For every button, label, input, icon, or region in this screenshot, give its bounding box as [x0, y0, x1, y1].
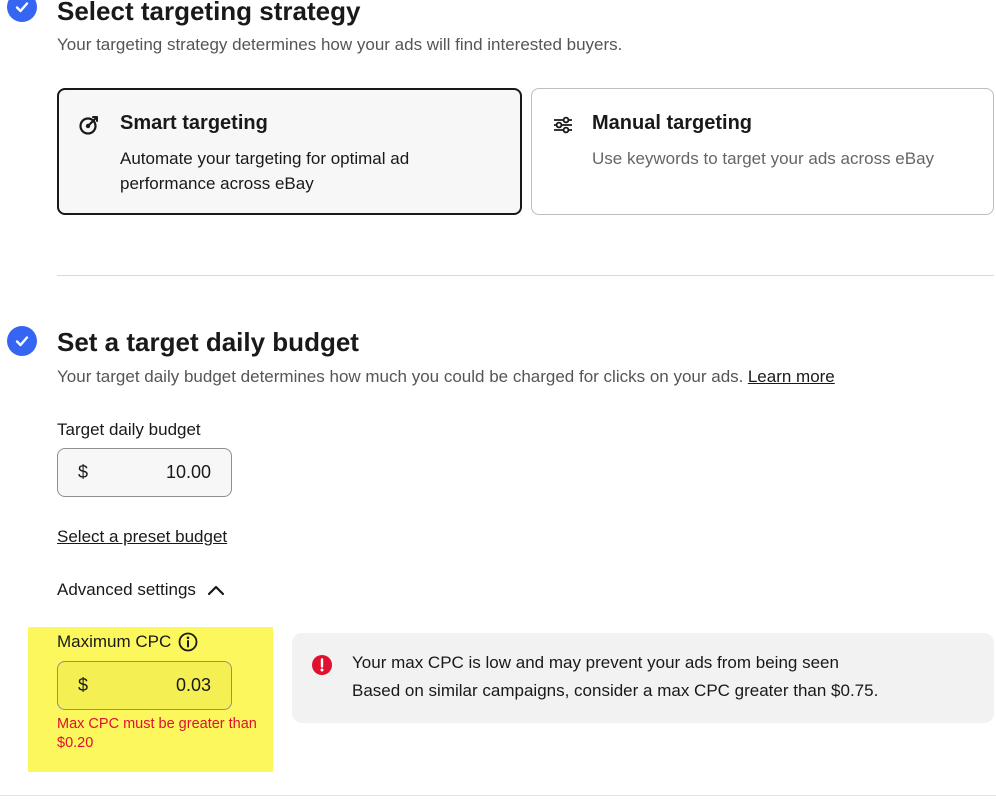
daily-budget-label: Target daily budget — [57, 420, 201, 439]
manual-targeting-card[interactable]: Manual targeting Use keywords to target … — [531, 88, 994, 215]
section-title-budget: Set a target daily budget — [57, 327, 359, 357]
step-complete-check-icon — [7, 326, 37, 356]
max-cpc-label: Maximum CPC — [57, 632, 172, 651]
manual-targeting-title: Manual targeting — [592, 112, 753, 134]
section-divider — [57, 275, 994, 276]
alert-title: Your max CPC is low and may prevent your… — [352, 653, 839, 672]
step-complete-check-icon — [7, 0, 37, 22]
smart-targeting-card[interactable]: Smart targeting Automate your targeting … — [57, 88, 522, 215]
budget-subtitle-text: Your target daily budget determines how … — [57, 367, 744, 386]
target-icon — [78, 114, 100, 141]
info-icon[interactable] — [178, 632, 198, 652]
currency-symbol: $ — [78, 675, 89, 695]
learn-more-link[interactable]: Learn more — [748, 367, 835, 386]
advanced-settings-toggle[interactable]: Advanced settings — [57, 580, 225, 600]
section-subtitle-targeting: Your targeting strategy determines how y… — [57, 35, 623, 54]
max-cpc-value[interactable]: 0.03 — [88, 675, 211, 696]
sliders-icon — [553, 115, 573, 140]
daily-budget-input[interactable]: $ 10.00 — [57, 448, 232, 497]
max-cpc-label-row: Maximum CPC — [57, 632, 198, 652]
section-subtitle-budget: Your target daily budget determines how … — [57, 367, 835, 387]
low-cpc-alert: Your max CPC is low and may prevent your… — [292, 633, 994, 723]
daily-budget-value[interactable]: 10.00 — [88, 462, 211, 483]
advanced-settings-label: Advanced settings — [57, 580, 196, 599]
smart-targeting-description: Automate your targeting for optimal ad p… — [120, 149, 410, 193]
preset-budget-link[interactable]: Select a preset budget — [57, 527, 227, 547]
smart-targeting-title: Smart targeting — [120, 112, 268, 134]
section-title-targeting: Select targeting strategy — [57, 0, 361, 26]
bottom-divider — [0, 795, 996, 796]
alert-message: Based on similar campaigns, consider a m… — [352, 681, 879, 700]
error-alert-icon — [312, 655, 332, 680]
manual-targeting-description: Use keywords to target your ads across e… — [592, 149, 935, 168]
currency-symbol: $ — [78, 462, 89, 482]
max-cpc-input[interactable]: $ 0.03 — [57, 661, 232, 710]
chevron-up-icon — [207, 584, 225, 596]
max-cpc-error-text: Max CPC must be greater than $0.20 — [57, 716, 257, 751]
